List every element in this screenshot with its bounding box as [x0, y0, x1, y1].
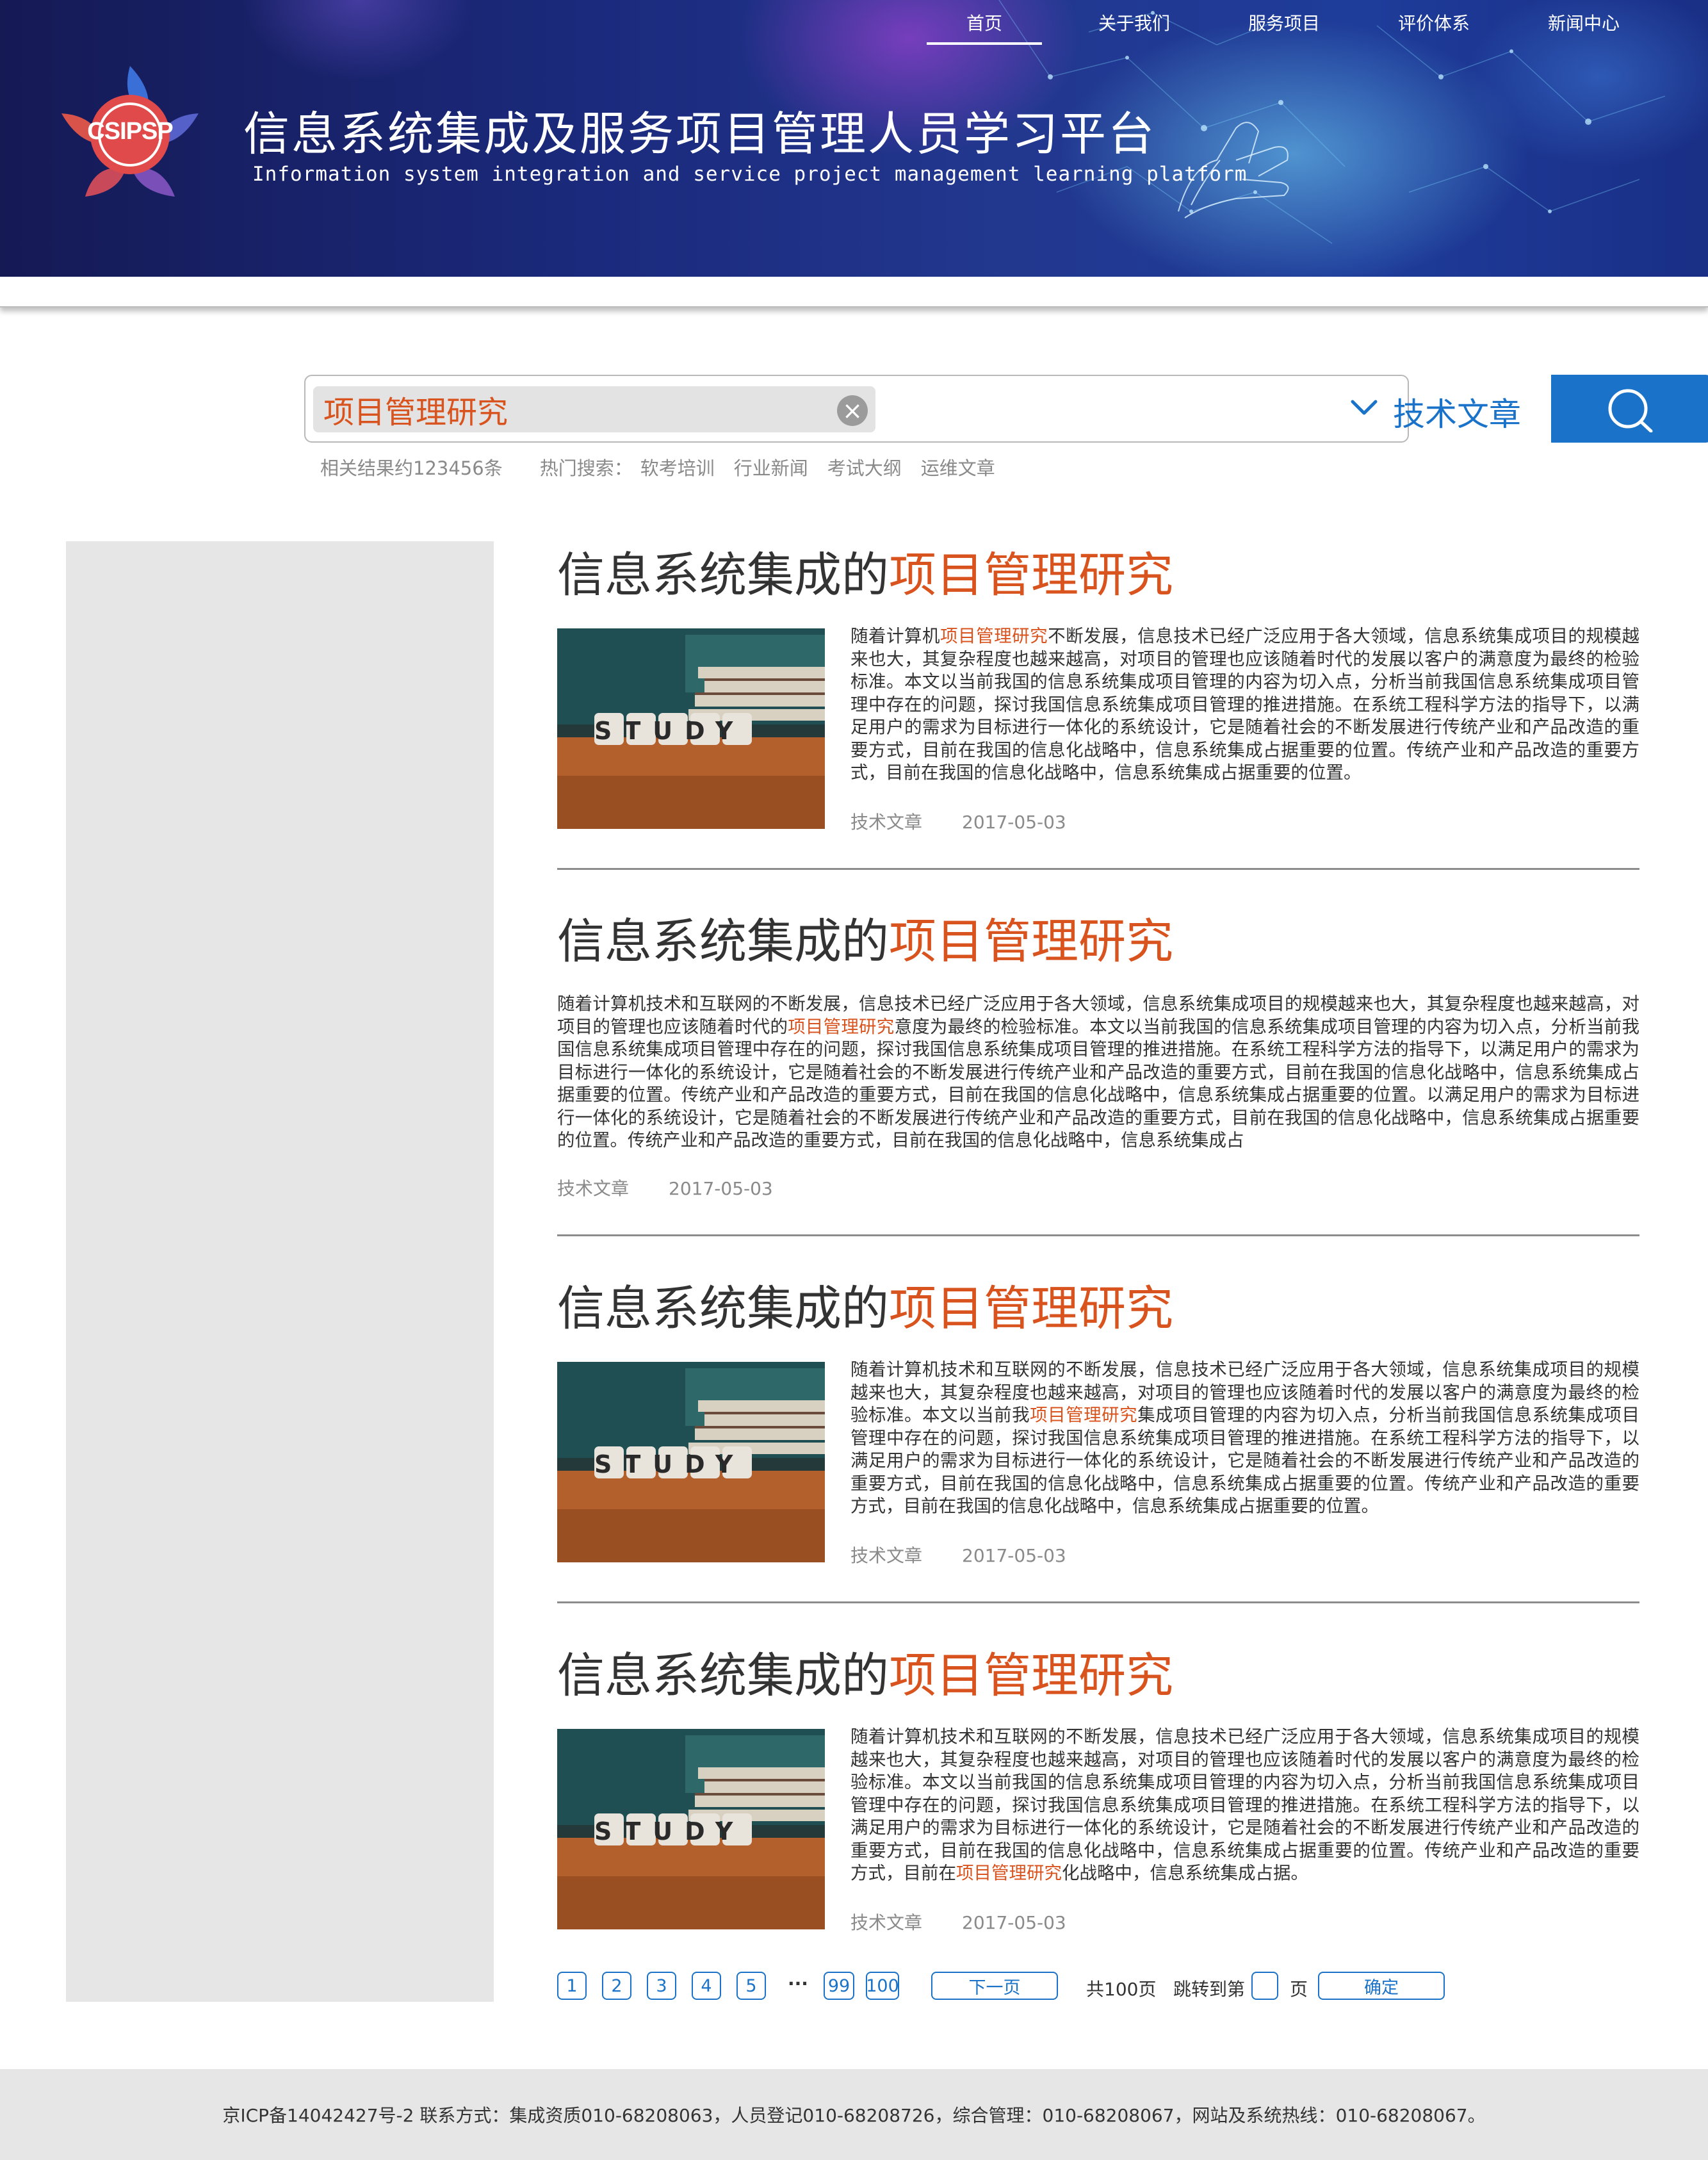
article-date: 2017-05-03 — [962, 1912, 1066, 1933]
header-divider — [0, 277, 1708, 307]
article-title[interactable]: 信息系统集成的项目管理研究 — [557, 903, 1173, 972]
header-banner: CSIPSP 信息系统集成及服务项目管理人员学习平台 Information s… — [0, 0, 1708, 277]
article-title-prefix: 信息系统集成的 — [557, 1281, 889, 1336]
sidebar-panel — [66, 541, 494, 2002]
summary-text: 随着计算机技术和互联网的不断发展，信息技术已经广泛应用于各大领域，信息系统集成项… — [850, 1726, 1639, 1883]
hot-search-link[interactable]: 软考培训 — [640, 454, 715, 480]
summary-highlight: 项目管理研究 — [956, 1863, 1062, 1883]
page-button[interactable]: 2 — [602, 1972, 631, 2000]
jump-suffix-label: 页 — [1290, 1979, 1308, 2000]
article-divider — [557, 1234, 1639, 1236]
hot-search-link[interactable]: 考试大纲 — [827, 454, 902, 480]
confirm-button[interactable]: 确定 — [1318, 1972, 1445, 2000]
nav-item-home[interactable]: 首页 — [909, 0, 1059, 45]
footer: 京ICP备14042427号-2 联系方式：集成资质010-68208063，人… — [0, 2069, 1708, 2160]
next-page-button[interactable]: 下一页 — [931, 1972, 1058, 2000]
jump-to-label: 跳转到第 — [1173, 1979, 1246, 2000]
csipsp-logo[interactable]: CSIPSP — [50, 54, 210, 208]
summary-text: 不断发展，信息技术已经广泛应用于各大领域，信息系统集成项目的规模越来也大，其复杂… — [850, 626, 1640, 783]
article-thumbnail[interactable]: STUDY — [557, 628, 825, 829]
article-title-prefix: 信息系统集成的 — [557, 548, 889, 603]
search-bar[interactable]: 项目管理研究 × 技术文章 — [304, 375, 1708, 443]
category-selected-value: 技术文章 — [1393, 396, 1521, 433]
article-meta: 技术文章 2017-05-03 — [557, 1175, 773, 1200]
site-title: 信息系统集成及服务项目管理人员学习平台 — [243, 107, 1157, 161]
article-meta: 技术文章 2017-05-03 — [850, 808, 1066, 834]
logo-text: CSIPSP — [87, 117, 173, 145]
footer-text: 京ICP备14042427号-2 联系方式：集成资质010-68208063，人… — [222, 2105, 1486, 2126]
article-title-prefix: 信息系统集成的 — [557, 1648, 889, 1703]
page-button[interactable]: 4 — [692, 1972, 721, 2000]
clear-icon[interactable]: × — [837, 395, 868, 426]
article-title-prefix: 信息系统集成的 — [557, 914, 889, 969]
thumbnail-text: STUDY — [594, 1817, 745, 1845]
search-query-tag[interactable]: 项目管理研究 × — [313, 386, 875, 432]
article-item: 信息系统集成的项目管理研究 随着计算机技术和互联网的不断发展，信息技术已经广泛应… — [557, 903, 1639, 1204]
hot-search-link[interactable]: 运维文章 — [921, 454, 995, 480]
article-title[interactable]: 信息系统集成的项目管理研究 — [557, 1270, 1173, 1339]
page-button[interactable]: 1 — [557, 1972, 587, 2000]
article-category[interactable]: 技术文章 — [850, 812, 922, 833]
article-category[interactable]: 技术文章 — [850, 1912, 922, 1933]
article-meta: 技术文章 2017-05-03 — [850, 1909, 1066, 1935]
page-button[interactable]: 100 — [866, 1972, 899, 2000]
nav-item-evaluation[interactable]: 评价体系 — [1359, 0, 1509, 45]
article-summary: 随着计算机技术和互联网的不断发展，信息技术已经广泛应用于各大领域，信息系统集成项… — [557, 993, 1639, 1152]
main-nav: 首页 关于我们 服务项目 评价体系 新闻中心 — [909, 0, 1659, 51]
article-title-highlight: 项目管理研究 — [889, 1648, 1173, 1703]
search-icon — [1608, 389, 1653, 432]
page-button[interactable]: 99 — [824, 1972, 854, 2000]
summary-highlight: 项目管理研究 — [940, 626, 1048, 646]
article-item: 信息系统集成的项目管理研究 STUDY 随着计算机技术和互联网的不断发展，信息技… — [557, 1637, 1639, 1938]
search-button[interactable] — [1551, 375, 1708, 443]
article-title-highlight: 项目管理研究 — [889, 1281, 1173, 1336]
article-summary: 随着计算机项目管理研究不断发展，信息技术已经广泛应用于各大领域，信息系统集成项目… — [850, 625, 1639, 785]
article-summary: 随着计算机技术和互联网的不断发展，信息技术已经广泛应用于各大领域，信息系统集成项… — [850, 1726, 1639, 1885]
summary-highlight: 项目管理研究 — [1030, 1405, 1138, 1425]
summary-text: 随着计算机 — [850, 626, 941, 646]
page-ellipsis: ··· — [788, 1973, 808, 1994]
article-title-highlight: 项目管理研究 — [889, 914, 1173, 969]
nav-item-news[interactable]: 新闻中心 — [1509, 0, 1659, 45]
nav-item-about[interactable]: 关于我们 — [1059, 0, 1209, 45]
jump-page-input[interactable] — [1251, 1972, 1278, 2000]
page-button[interactable]: 5 — [736, 1972, 766, 2000]
article-title-highlight: 项目管理研究 — [889, 548, 1173, 603]
article-divider — [557, 1601, 1639, 1603]
article-divider — [557, 868, 1639, 870]
pagination: 1 2 3 4 5 ··· 99 100 下一页 共100页 跳转到第 页 确定 — [557, 1972, 1646, 2002]
article-title[interactable]: 信息系统集成的项目管理研究 — [557, 1637, 1173, 1706]
search-query: 项目管理研究 — [323, 395, 508, 430]
thumbnail-text: STUDY — [594, 1450, 745, 1478]
result-count: 相关结果约123456条 — [320, 457, 503, 479]
article-date: 2017-05-03 — [962, 812, 1066, 833]
thumbnail-text: STUDY — [594, 717, 745, 745]
summary-highlight: 项目管理研究 — [788, 1016, 895, 1037]
site-subtitle: Information system integration and servi… — [252, 163, 1248, 186]
chevron-down-icon — [1351, 400, 1378, 415]
article-item: 信息系统集成的项目管理研究 STUDY 随着计算机技术和互联网的不断发展，信息技… — [557, 1270, 1639, 1571]
total-pages-label: 共100页 — [1086, 1979, 1157, 2000]
category-dropdown[interactable]: 技术文章 — [1042, 376, 1548, 441]
nav-item-services[interactable]: 服务项目 — [1209, 0, 1359, 45]
article-thumbnail[interactable]: STUDY — [557, 1729, 825, 1929]
article-thumbnail[interactable]: STUDY — [557, 1362, 825, 1562]
article-date: 2017-05-03 — [669, 1178, 773, 1199]
page-button[interactable]: 3 — [647, 1972, 676, 2000]
hot-search-label: 热门搜索： — [539, 457, 633, 479]
article-category[interactable]: 技术文章 — [850, 1545, 922, 1566]
article-category[interactable]: 技术文章 — [557, 1178, 629, 1199]
article-title[interactable]: 信息系统集成的项目管理研究 — [557, 537, 1173, 605]
article-summary: 随着计算机技术和互联网的不断发展，信息技术已经广泛应用于各大领域，信息系统集成项… — [850, 1359, 1639, 1518]
article-meta: 技术文章 2017-05-03 — [850, 1542, 1066, 1567]
summary-text: 化战略中，信息系统集成占据。 — [1062, 1863, 1308, 1883]
hot-search-link[interactable]: 行业新闻 — [734, 454, 808, 480]
article-date: 2017-05-03 — [962, 1545, 1066, 1566]
search-meta: 相关结果约123456条 热门搜索： 软考培训 行业新闻 考试大纲 运维文章 — [320, 454, 1014, 480]
article-item: 信息系统集成的项目管理研究 STUDY 随着计算机项目管理研究不断发展，信息技术… — [557, 537, 1639, 838]
